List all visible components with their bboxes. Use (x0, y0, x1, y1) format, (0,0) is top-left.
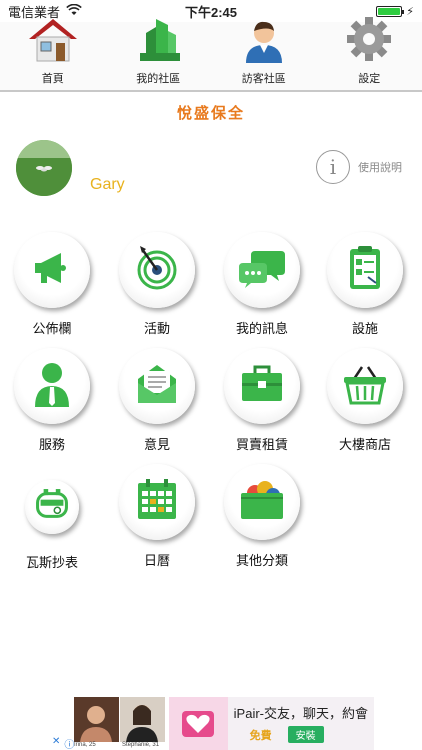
trading-button[interactable] (224, 348, 300, 424)
envelope-icon (132, 359, 182, 414)
grid-item-activity[interactable]: 活動 (107, 232, 207, 337)
grid-label-facilities: 設施 (351, 321, 378, 336)
target-icon (132, 243, 182, 298)
calendar-button[interactable] (119, 464, 195, 540)
ad-photo-caption: Stephanie, 31 (122, 742, 160, 748)
tab-settings[interactable]: 設定 (319, 17, 419, 90)
grid-label-other: 其他分類 (235, 553, 288, 568)
grid-label-gas-meter: 瓦斯抄表 (25, 555, 78, 570)
grid-item-facilities[interactable]: 設施 (315, 232, 415, 337)
grid-item-shop[interactable]: 大樓商店 (315, 348, 415, 453)
help-label: 使用說明 (358, 162, 402, 174)
ad-banner[interactable]: Irina, 25 Stephanie, 31 iPair-交友，聊天，約會 免… (48, 697, 374, 750)
tab-visitor-community-label: 訪客社區 (241, 73, 286, 85)
ad-photo (120, 697, 165, 742)
grid-item-gas-meter[interactable]: 瓦斯抄表 (2, 466, 102, 571)
facilities-button[interactable] (327, 232, 403, 308)
tab-visitor-community[interactable]: 訪客社區 (214, 21, 314, 90)
grid-label-calendar: 日曆 (143, 553, 170, 568)
user-name: Gary (90, 176, 125, 193)
info-icon: i (316, 150, 350, 184)
ad-install-button[interactable]: 安裝 (287, 726, 324, 743)
grid-label-activity: 活動 (143, 321, 170, 336)
shop-button[interactable] (327, 348, 403, 424)
community-title: 悅盛保全 (176, 104, 245, 122)
megaphone-icon (27, 243, 77, 298)
grid-label-bulletin: 公佈欄 (32, 321, 72, 336)
grid-label-service: 服務 (38, 437, 65, 452)
bulletin-button[interactable] (14, 232, 90, 308)
other-button[interactable] (224, 464, 300, 540)
tab-my-community-label: 我的社區 (136, 73, 181, 85)
heart-icon (178, 701, 218, 746)
ad-controls: ✕ ⓘ (52, 736, 74, 750)
gas-meter-button[interactable] (25, 480, 79, 534)
top-tab-bar: 首頁 我的社區 訪客社區 設定 (0, 17, 422, 92)
person-tie-icon (27, 359, 77, 414)
ad-price: 免費 (249, 729, 272, 742)
grid-item-other[interactable]: 其他分類 (212, 464, 312, 569)
service-button[interactable] (14, 348, 90, 424)
grid-label-messages: 我的訊息 (235, 321, 288, 336)
tab-home[interactable]: 首頁 (3, 19, 103, 90)
close-icon[interactable]: ✕ (52, 736, 60, 750)
activity-button[interactable] (119, 232, 195, 308)
tab-my-community[interactable]: 我的社區 (108, 19, 208, 90)
grid-item-trading[interactable]: 買賣租賃 (212, 348, 312, 453)
feedback-button[interactable] (119, 348, 195, 424)
chat-bubble-icon (237, 243, 287, 298)
ad-logo (169, 697, 228, 750)
info-icon[interactable]: ⓘ (64, 736, 74, 750)
ad-title: iPair-交友，聊天，約會 (233, 706, 368, 721)
clipboard-icon (340, 243, 390, 298)
calendar-icon (132, 475, 182, 530)
ad-photo-caption: Irina, 25 (74, 742, 96, 748)
house-icon (27, 15, 79, 68)
tab-home-label: 首頁 (41, 73, 64, 85)
ad-photo (74, 697, 119, 742)
person-icon (238, 15, 290, 68)
buildings-icon (132, 15, 184, 68)
grid-label-trading: 買賣租賃 (235, 437, 288, 452)
grid-item-feedback[interactable]: 意見 (107, 348, 207, 453)
avatar[interactable] (16, 140, 72, 196)
tab-settings-label: 設定 (358, 73, 381, 85)
gear-icon (343, 15, 395, 68)
grid-item-bulletin[interactable]: 公佈欄 (2, 232, 102, 337)
grid-item-service[interactable]: 服務 (2, 348, 102, 453)
help-button[interactable]: i 使用說明 (316, 150, 402, 184)
messages-button[interactable] (224, 232, 300, 308)
gas-meter-icon (33, 486, 71, 529)
grid-item-calendar[interactable]: 日曆 (107, 464, 207, 569)
grid-label-shop: 大樓商店 (338, 437, 391, 452)
briefcase-icon (237, 359, 287, 414)
basket-icon (340, 359, 390, 414)
grid-label-feedback: 意見 (143, 437, 170, 452)
folder-icon (237, 475, 287, 530)
grid-item-messages[interactable]: 我的訊息 (212, 232, 312, 337)
